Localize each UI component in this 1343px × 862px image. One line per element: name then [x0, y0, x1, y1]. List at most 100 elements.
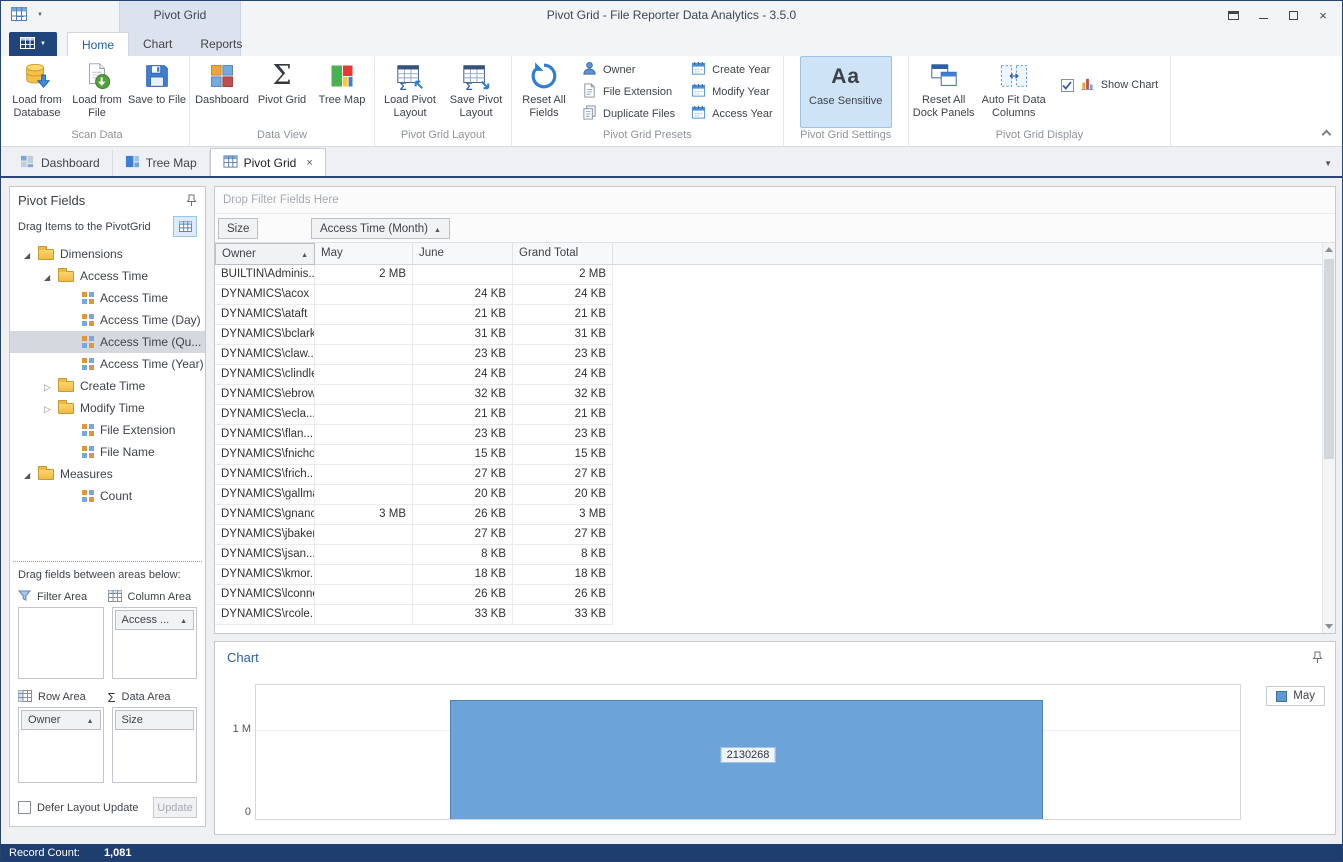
tree-expander-icon[interactable] — [24, 467, 38, 481]
pivot-row-header-cell[interactable]: DYNAMICS\jbaker — [215, 525, 315, 545]
pivot-cell-june[interactable]: 24 KB — [413, 365, 513, 385]
pivot-cell-may[interactable]: 2 MB — [315, 265, 413, 285]
row-area-field-owner[interactable]: Owner — [21, 710, 101, 730]
pivot-cell-may[interactable] — [315, 585, 413, 605]
scrollbar-thumb[interactable] — [1324, 259, 1334, 459]
pivot-cell-grand-total[interactable]: 21 KB — [513, 305, 613, 325]
pivot-cell-may[interactable] — [315, 385, 413, 405]
pivot-cell-grand-total[interactable]: 31 KB — [513, 325, 613, 345]
tree-expander-icon[interactable] — [44, 401, 58, 415]
save-to-file-button[interactable]: Save to File — [127, 56, 187, 128]
doc-tab-tree-map[interactable]: Tree Map — [113, 150, 210, 176]
save-pivot-layout-button[interactable]: Σ Save Pivot Layout — [443, 56, 509, 128]
pivot-row-header-cell[interactable]: DYNAMICS\acox — [215, 285, 315, 305]
row-area-box[interactable]: Owner — [18, 707, 104, 783]
pivot-cell-june[interactable]: 21 KB — [413, 405, 513, 425]
pivot-row-header-cell[interactable]: DYNAMICS\claw... — [215, 345, 315, 365]
close-tab-icon[interactable]: × — [306, 157, 312, 169]
maximize-button[interactable] — [1278, 4, 1308, 27]
pivot-data-field-size[interactable]: Size — [218, 218, 259, 239]
pivot-cell-may[interactable] — [315, 405, 413, 425]
close-button[interactable]: × — [1308, 4, 1338, 27]
pin-icon[interactable] — [186, 194, 197, 207]
doc-tab-pivot-grid[interactable]: Pivot Grid × — [209, 148, 326, 176]
tab-list-dropdown-icon[interactable]: ▼ — [1324, 159, 1332, 168]
scroll-up-icon[interactable] — [1323, 243, 1335, 256]
dashboard-button[interactable]: Dashboard — [192, 56, 252, 128]
tree-item[interactable]: Modify Time — [10, 397, 205, 419]
pivot-row[interactable]: DYNAMICS\kmor... 18 KB 18 KB — [215, 565, 1335, 585]
tree-expander-icon[interactable] — [24, 247, 38, 261]
dock-window-button[interactable] — [1218, 4, 1248, 27]
tree-item[interactable]: Access Time (Year) — [10, 353, 205, 375]
pivot-cell-june[interactable]: 15 KB — [413, 445, 513, 465]
pivot-cell-may[interactable] — [315, 565, 413, 585]
pivot-row-header-cell[interactable]: DYNAMICS\kmor... — [215, 565, 315, 585]
pivot-cell-june[interactable]: 33 KB — [413, 605, 513, 625]
pivot-row-header-cell[interactable]: DYNAMICS\frich... — [215, 465, 315, 485]
file-extension-preset-button[interactable]: File Extension — [574, 81, 683, 103]
show-chart-checkbox[interactable] — [1060, 78, 1074, 92]
pivot-row[interactable]: DYNAMICS\fnichols 15 KB 15 KB — [215, 445, 1335, 465]
pivot-row[interactable]: DYNAMICS\gnance 3 MB 26 KB 3 MB — [215, 505, 1335, 525]
ribbon-tab-home[interactable]: Home — [67, 32, 130, 56]
pivot-cell-grand-total[interactable]: 8 KB — [513, 545, 613, 565]
chart-legend[interactable]: May — [1266, 686, 1325, 706]
pivot-row-header-cell[interactable]: DYNAMICS\ecla... — [215, 405, 315, 425]
pivot-cell-may[interactable] — [315, 545, 413, 565]
collapse-ribbon-button[interactable] — [1321, 129, 1332, 140]
owner-preset-button[interactable]: Owner — [574, 59, 683, 81]
pivot-cell-may[interactable] — [315, 305, 413, 325]
case-sensitive-toggle-button[interactable]: Aa Case Sensitive — [799, 56, 892, 128]
pivot-row-header-cell[interactable]: DYNAMICS\gnance — [215, 505, 315, 525]
pivot-row-header-cell[interactable]: DYNAMICS\gallman — [215, 485, 315, 505]
tree-item[interactable]: File Extension — [10, 419, 205, 441]
tree-item[interactable]: Create Time — [10, 375, 205, 397]
defer-layout-checkbox[interactable] — [18, 801, 31, 814]
pivot-cell-grand-total[interactable]: 24 KB — [513, 285, 613, 305]
tree-item[interactable]: Access Time — [10, 287, 205, 309]
pivot-row[interactable]: DYNAMICS\clindley 24 KB 24 KB — [215, 365, 1335, 385]
pivot-cell-grand-total[interactable]: 3 MB — [513, 505, 613, 525]
tree-map-button[interactable]: Tree Map — [312, 56, 372, 128]
filter-area-box[interactable] — [18, 607, 104, 679]
tree-expander-icon[interactable] — [44, 269, 58, 283]
scroll-down-icon[interactable] — [1323, 620, 1335, 633]
pivot-cell-grand-total[interactable]: 20 KB — [513, 485, 613, 505]
duplicate-files-preset-button[interactable]: Duplicate Files — [574, 103, 683, 125]
pivot-cell-grand-total[interactable]: 21 KB — [513, 405, 613, 425]
data-area-box[interactable]: Size — [111, 707, 197, 783]
pivot-cell-june[interactable]: 26 KB — [413, 585, 513, 605]
pivot-row[interactable]: DYNAMICS\frich... 27 KB 27 KB — [215, 465, 1335, 485]
pivot-cell-may[interactable] — [315, 445, 413, 465]
ribbon-tab-chart[interactable]: Chart — [129, 32, 186, 56]
pivot-cell-june[interactable]: 32 KB — [413, 385, 513, 405]
tree-expander-icon[interactable] — [44, 379, 58, 393]
pivot-row-field-owner[interactable]: Owner — [215, 243, 315, 265]
pivot-cell-grand-total[interactable]: 24 KB — [513, 365, 613, 385]
pivot-row[interactable]: DYNAMICS\ataft 21 KB 21 KB — [215, 305, 1335, 325]
pivot-row[interactable]: DYNAMICS\jbaker 27 KB 27 KB — [215, 525, 1335, 545]
defer-layout-update-toggle[interactable]: Defer Layout Update — [18, 801, 139, 814]
pivot-row-header-cell[interactable]: DYNAMICS\fnichols — [215, 445, 315, 465]
pivot-cell-may[interactable] — [315, 525, 413, 545]
reset-all-dock-panels-button[interactable]: Reset All Dock Panels — [911, 56, 977, 128]
pivot-cell-june[interactable]: 8 KB — [413, 545, 513, 565]
tree-item[interactable]: Access Time (Qu... — [10, 331, 205, 353]
pivot-cell-grand-total[interactable]: 27 KB — [513, 525, 613, 545]
pivot-cell-grand-total[interactable]: 15 KB — [513, 445, 613, 465]
pivotgrid-layout-button[interactable] — [173, 216, 197, 237]
tree-item[interactable]: Access Time (Day) — [10, 309, 205, 331]
minimize-button[interactable] — [1248, 4, 1278, 27]
pivot-cell-june[interactable]: 31 KB — [413, 325, 513, 345]
pivot-cell-grand-total[interactable]: 26 KB — [513, 585, 613, 605]
pivot-row[interactable]: DYNAMICS\acox 24 KB 24 KB — [215, 285, 1335, 305]
pivot-row-header-cell[interactable]: DYNAMICS\clindley — [215, 365, 315, 385]
pivot-cell-grand-total[interactable]: 18 KB — [513, 565, 613, 585]
show-chart-toggle[interactable]: Show Chart — [1051, 76, 1168, 94]
pivot-row[interactable]: DYNAMICS\ecla... 21 KB 21 KB — [215, 405, 1335, 425]
pivot-cell-june[interactable]: 26 KB — [413, 505, 513, 525]
pivot-cell-june[interactable]: 18 KB — [413, 565, 513, 585]
pivot-cell-may[interactable] — [315, 485, 413, 505]
pivot-cell-grand-total[interactable]: 23 KB — [513, 425, 613, 445]
